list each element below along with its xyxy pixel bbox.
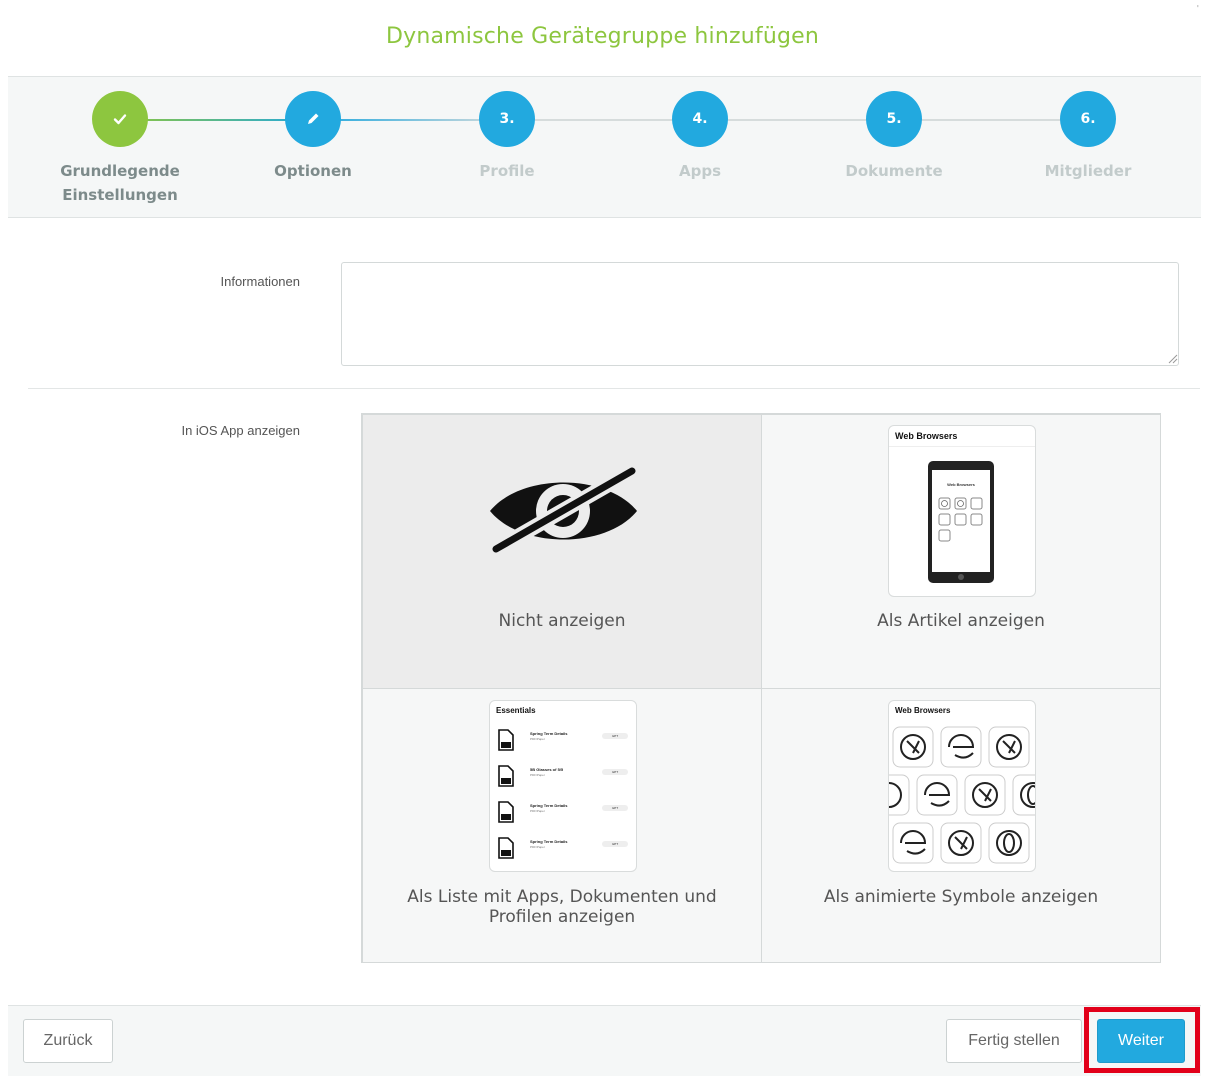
option-label: Als animierte Symbole anzeigen — [823, 887, 1099, 907]
finish-button[interactable]: Fertig stellen — [946, 1019, 1082, 1063]
preview-title: Essentials — [496, 706, 536, 715]
animated-preview: Web Browsers — [888, 700, 1036, 872]
check-icon — [92, 91, 148, 147]
document-icon — [498, 729, 514, 751]
list-preview: Essentials Spring Term Details PDF/Paper… — [489, 700, 637, 872]
document-icon — [498, 837, 514, 859]
option-label: Als Artikel anzeigen — [877, 611, 1045, 631]
item-sub: PDF/Paper — [530, 737, 545, 741]
info-textarea[interactable] — [341, 262, 1179, 366]
step-label: Apps — [678, 162, 721, 180]
list-item: Spring Term Details PDF/Paper GET — [498, 727, 630, 763]
item-action: GET — [602, 733, 628, 739]
option-list[interactable]: Essentials Spring Term Details PDF/Paper… — [362, 688, 762, 963]
wizard-step-profiles[interactable]: 3. Profile — [417, 91, 597, 183]
step-number: 3. — [479, 91, 535, 147]
wizard-step-apps[interactable]: 4. Apps — [610, 91, 790, 183]
preview-title: Web Browsers — [895, 706, 951, 715]
back-button[interactable]: Zurück — [23, 1019, 113, 1063]
wizard-step-members[interactable]: 6. Mitglieder — [998, 91, 1178, 183]
option-animated-icons[interactable]: Web Browsers Als animierte Symbole anzei… — [761, 688, 1161, 963]
preview-list: Spring Term Details PDF/Paper GET 5B Gla… — [498, 727, 630, 871]
item-sub: PDF/Paper — [530, 809, 545, 813]
document-icon — [498, 765, 514, 787]
page-title: Dynamische Gerätegruppe hinzufügen — [385, 24, 820, 49]
step-label: Profile — [479, 162, 535, 180]
info-label: Informationen — [220, 274, 301, 289]
step-number: 4. — [672, 91, 728, 147]
option-label: Nicht anzeigen — [498, 611, 626, 631]
wizard-step-documents[interactable]: 5. Dokumente — [804, 91, 984, 183]
step-label: Mitglieder — [1044, 162, 1132, 180]
item-action: GET — [602, 841, 628, 847]
list-item: 5B Glasses of 5/5 PDF/Paper GET — [498, 763, 630, 799]
pencil-icon — [285, 91, 341, 147]
item-sub: PDF/Paper — [530, 773, 545, 777]
item-name: Spring Term Details — [530, 839, 568, 844]
ios-label: In iOS App anzeigen — [181, 423, 300, 438]
item-name: Spring Term Details — [530, 731, 568, 736]
item-name: 5B Glasses of 5/5 — [530, 767, 564, 772]
wizard-step-basic-settings[interactable]: Grundlegende Einstellungen — [30, 91, 210, 207]
option-not-shown[interactable]: Nicht anzeigen — [362, 414, 762, 689]
browser-icons-grid — [889, 726, 1035, 864]
option-label: Als Liste mit Apps, Dokumenten und Profi… — [407, 887, 717, 927]
step-number: 6. — [1060, 91, 1116, 147]
step-label: Dokumente — [845, 162, 943, 180]
option-article[interactable]: Web Browsers Web Browsers Als Artikel an… — [761, 414, 1161, 689]
list-item: Spring Term Details PDF/Paper GET — [498, 835, 630, 871]
highlight-box — [1084, 1007, 1200, 1073]
step-label: Optionen — [274, 162, 352, 180]
corner-mark: ' — [1196, 4, 1199, 13]
phone-title: Web Browsers — [947, 482, 975, 487]
display-option-grid: Nicht anzeigen Web Browsers Web Browsers… — [361, 413, 1161, 963]
eye-slash-icon — [488, 467, 640, 555]
divider — [28, 388, 1200, 389]
wizard-steps: Grundlegende Einstellungen Optionen 3. P… — [8, 76, 1201, 218]
wizard-step-options[interactable]: Optionen — [223, 91, 403, 183]
list-item: Spring Term Details PDF/Paper GET — [498, 799, 630, 835]
item-action: GET — [602, 805, 628, 811]
document-icon — [498, 801, 514, 823]
preview-title: Web Browsers — [889, 426, 1035, 447]
step-number: 5. — [866, 91, 922, 147]
article-preview: Web Browsers Web Browsers — [888, 425, 1036, 597]
phone-icon — [928, 461, 994, 583]
item-name: Spring Term Details — [530, 803, 568, 808]
step-label: Grundlegende Einstellungen — [60, 162, 180, 204]
item-sub: PDF/Paper — [530, 845, 545, 849]
item-action: GET — [602, 769, 628, 775]
resize-grip-icon[interactable] — [1166, 352, 1178, 364]
